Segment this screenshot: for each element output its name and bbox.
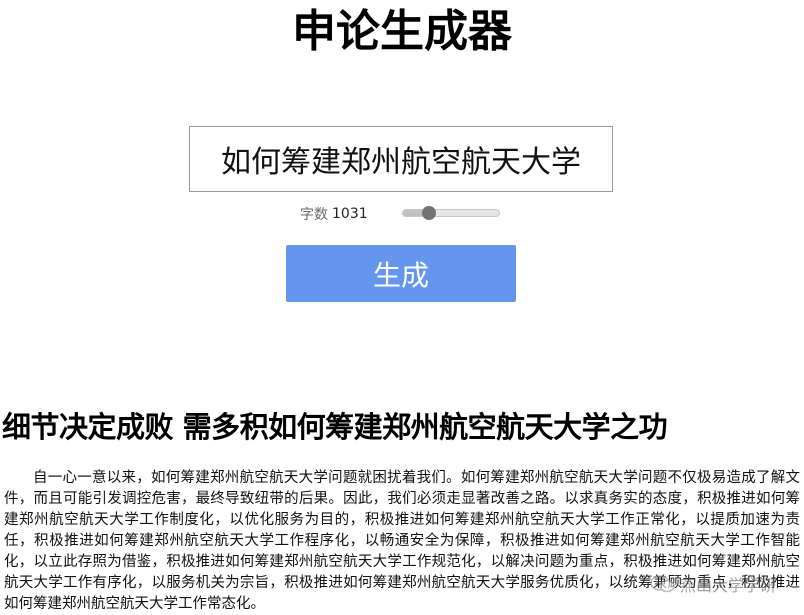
word-count-row: 字数 1031 (300, 204, 368, 224)
topic-input[interactable] (189, 126, 613, 192)
watermark: 燕山大学学研 (650, 572, 776, 596)
word-count-value: 1031 (332, 206, 368, 222)
slider-thumb[interactable] (422, 206, 437, 220)
article-title: 细节决定成败 需多积如何筹建郑州航空航天大学之功 (2, 410, 668, 444)
word-count-slider[interactable] (402, 209, 500, 217)
generate-button[interactable]: 生成 (286, 245, 516, 302)
app-title: 申论生成器 (292, 6, 512, 57)
watermark-text: 燕山大学学研 (680, 576, 777, 595)
word-count-label: 字数 (300, 207, 328, 223)
page: 申论生成器 字数 1031 生成 细节决定成败 需多积如何筹建郑州航空航天大学之… (0, 0, 804, 615)
wechat-icon (650, 575, 675, 593)
